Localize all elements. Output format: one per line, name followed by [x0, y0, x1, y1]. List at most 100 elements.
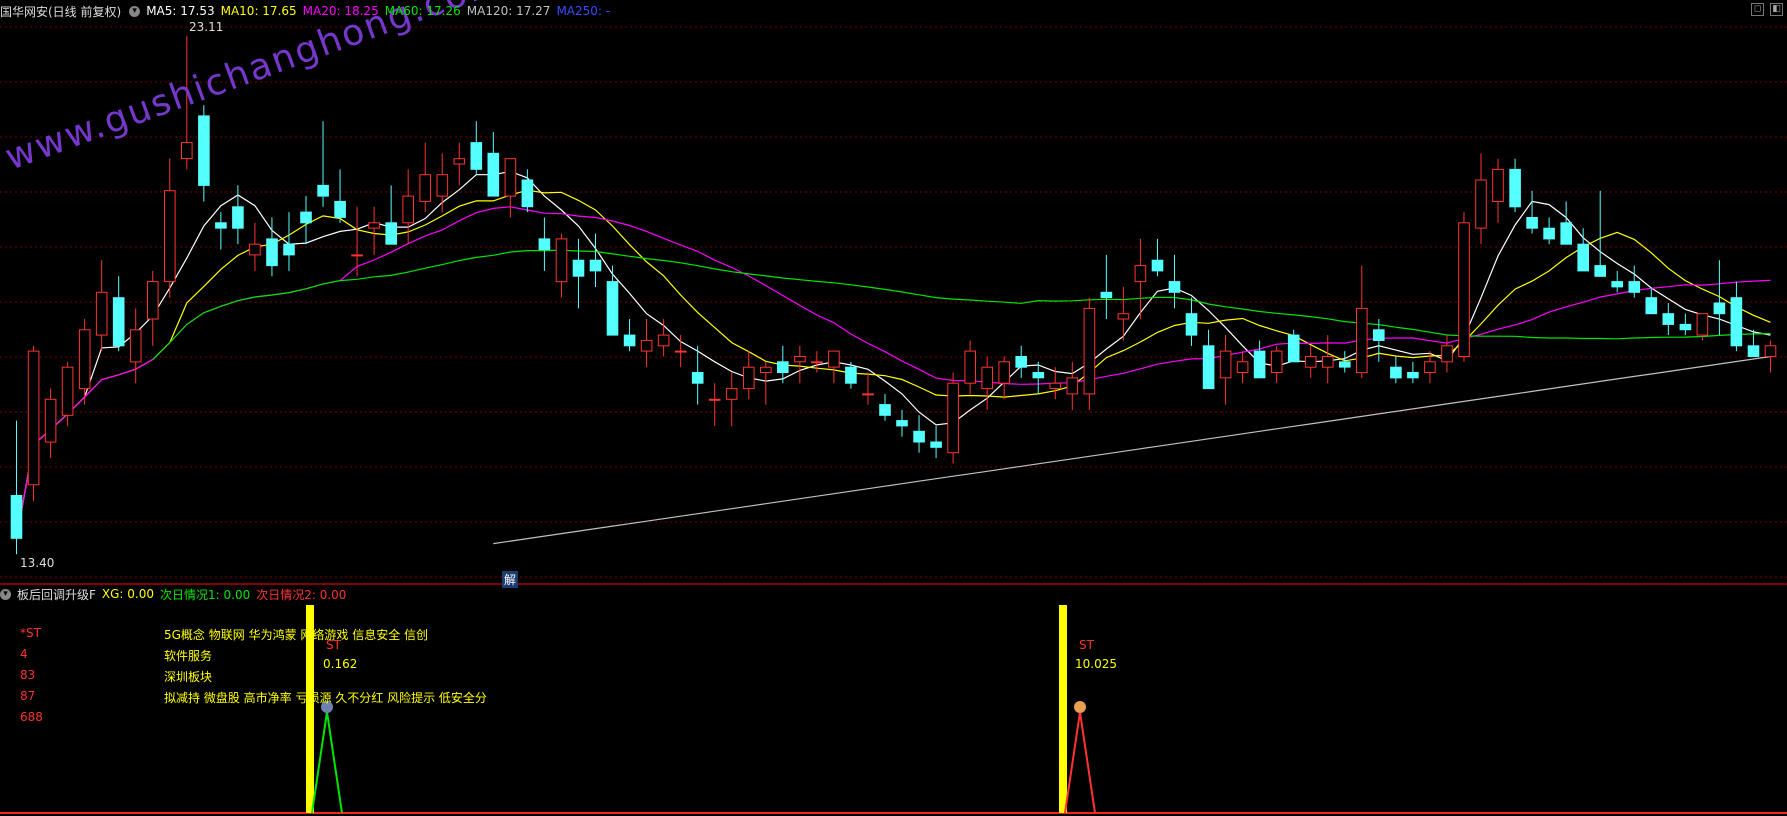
candle: [504, 158, 517, 218]
candle: [232, 185, 244, 245]
candle-body: [1730, 297, 1743, 347]
ma5-line: [15, 170, 1771, 539]
candle-body: [504, 158, 517, 197]
candle: [1185, 297, 1198, 346]
candle: [1219, 335, 1232, 405]
candle-body: [606, 281, 619, 336]
ma10-line: [15, 189, 1771, 539]
jie-marker[interactable]: 解: [502, 571, 519, 588]
candle-body: [27, 350, 40, 486]
candle: [572, 238, 585, 309]
indicator-dropdown-icon[interactable]: ▾: [0, 588, 11, 600]
candle: [1475, 153, 1487, 245]
candle: [1730, 281, 1743, 352]
signal-1-label: ST: [326, 638, 341, 652]
candle-body: [879, 404, 891, 416]
ma10-label: MA10: 17.65: [220, 4, 297, 18]
restore-icon[interactable]: ◧: [1770, 3, 1783, 16]
candle-body: [198, 115, 210, 186]
ma5-label: MA5: 17.53: [146, 4, 215, 18]
candle-body: [1645, 297, 1658, 315]
signal-triangle: [1064, 711, 1096, 814]
candle: [266, 217, 278, 277]
candle: [1270, 345, 1283, 384]
candle: [61, 361, 74, 426]
candle: [487, 131, 500, 197]
candle: [1356, 265, 1368, 378]
candle: [1509, 158, 1521, 213]
candle-body: [794, 356, 806, 363]
candle-body: [164, 190, 176, 283]
candle: [1679, 313, 1692, 336]
candle-body: [1526, 217, 1538, 229]
candle: [351, 206, 363, 277]
candle: [640, 319, 653, 368]
candle-body: [61, 366, 74, 416]
candle-body: [1594, 265, 1607, 277]
candle: [1202, 329, 1215, 390]
candle-body: [1117, 313, 1130, 320]
candle-body: [10, 495, 23, 539]
candle-body: [129, 329, 142, 363]
candle-body: [862, 393, 874, 396]
candle: [44, 388, 57, 459]
next1-value: 次日情况1: 0.00: [160, 587, 251, 602]
candle: [521, 169, 534, 213]
candle-body: [555, 238, 568, 283]
candle: [1304, 345, 1317, 378]
candle: [317, 121, 329, 207]
candle: [95, 260, 108, 352]
candle: [1168, 254, 1181, 309]
candle-body: [44, 398, 57, 443]
high-price-label: 23.11: [189, 20, 224, 34]
candle-body: [1407, 372, 1419, 379]
candle-body: [674, 350, 687, 353]
settings-dropdown-icon[interactable]: ▾: [129, 5, 141, 17]
info-right-0: 5G概念 物联网 华为鸿蒙 网络游戏 信息安全 信创: [164, 628, 429, 642]
candle-body: [1202, 345, 1215, 390]
info-left-4: 688: [20, 710, 43, 724]
candle-body: [351, 254, 363, 257]
candle-body: [589, 259, 602, 272]
candle: [129, 308, 142, 384]
maximize-icon[interactable]: ◻: [1751, 3, 1764, 16]
candle: [674, 335, 687, 368]
candle: [828, 350, 840, 384]
candle: [862, 372, 874, 405]
candle: [368, 206, 380, 255]
candle-body: [402, 195, 414, 224]
info-left-1: 4: [20, 647, 28, 661]
candle: [1560, 201, 1573, 245]
candle-body: [1168, 281, 1181, 293]
candle-body: [1509, 168, 1521, 208]
signal-triangle: [311, 711, 343, 814]
signal-2-label: ST: [1079, 638, 1094, 652]
candle-body: [623, 334, 636, 347]
candle-body: [1339, 361, 1351, 368]
signal-bar: [1059, 605, 1067, 813]
candle-body: [1100, 291, 1113, 299]
candle: [1526, 190, 1538, 234]
ma120-label: MA120: 17.27: [466, 4, 551, 18]
candle: [913, 415, 925, 453]
candle-body: [1066, 377, 1079, 395]
candle: [896, 409, 908, 437]
candle: [589, 233, 602, 287]
candle: [998, 356, 1011, 400]
candle-body: [1628, 281, 1641, 293]
candle-body: [232, 206, 244, 229]
ma60-label: MA60: 17.26: [384, 4, 461, 18]
candle-body: [317, 184, 329, 197]
signal-face-icon: [1074, 701, 1086, 713]
candle-body: [1151, 259, 1164, 272]
stock-title: 国华网安(日线 前复权): [0, 4, 122, 19]
candle: [623, 319, 636, 352]
candle-body: [640, 339, 653, 352]
candle-body: [1287, 334, 1300, 363]
candle: [1390, 356, 1402, 384]
candle: [300, 196, 312, 245]
ma20-label: MA20: 18.25: [302, 4, 379, 18]
candle-body: [487, 152, 500, 197]
candle: [725, 372, 738, 426]
candle-body: [845, 366, 857, 384]
